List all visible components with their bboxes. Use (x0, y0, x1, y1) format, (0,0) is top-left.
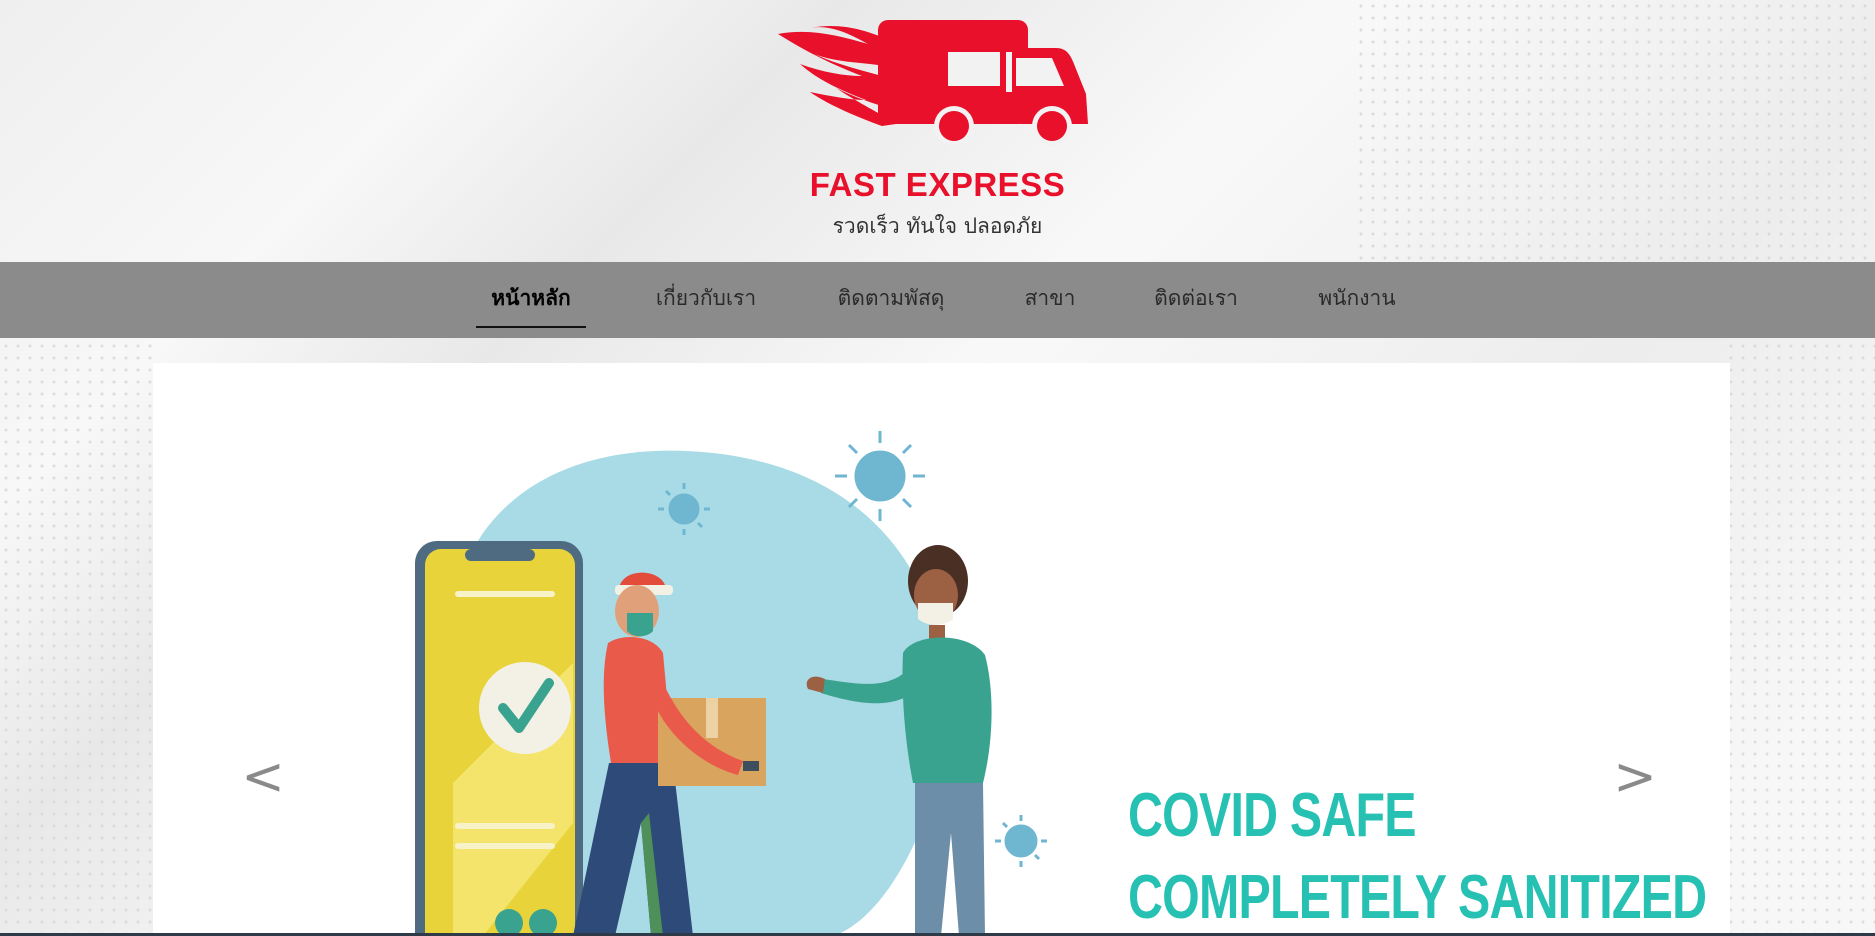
covid-safe-delivery-illustration (415, 431, 1047, 936)
truck-with-flames-icon[interactable] (770, 14, 1100, 150)
main-nav: หน้าหลัก เกี่ยวกับเรา ติดตามพัสดุ สาขา ต… (0, 262, 1875, 338)
virus-icon (995, 815, 1047, 867)
slider-prev-button[interactable]: < (238, 747, 288, 807)
site-header: FAST EXPRESS รวดเร็ว ทันใจ ปลอดภัย (0, 0, 1875, 262)
slider-next-button[interactable]: > (1610, 747, 1660, 807)
nav-item-contact[interactable]: ติดต่อเรา (1146, 262, 1246, 338)
active-nav-indicator (476, 326, 586, 328)
brand-tagline: รวดเร็ว ทันใจ ปลอดภัย (832, 214, 1043, 238)
brand-name: FAST EXPRESS (809, 166, 1066, 203)
nav-item-tracking[interactable]: ติดตามพัสดุ (828, 262, 954, 338)
nav-item-branches[interactable]: สาขา (1016, 262, 1084, 338)
dot-pattern (0, 340, 155, 936)
nav-item-staff[interactable]: พนักงาน (1310, 262, 1404, 338)
slide-headline: COVID SAFE (1128, 781, 1417, 850)
dot-pattern (1725, 340, 1875, 936)
nav-item-about[interactable]: เกี่ยวกับเรา (648, 262, 764, 338)
slide-subheadline: COMPLETELY SANITIZED (1128, 863, 1707, 932)
